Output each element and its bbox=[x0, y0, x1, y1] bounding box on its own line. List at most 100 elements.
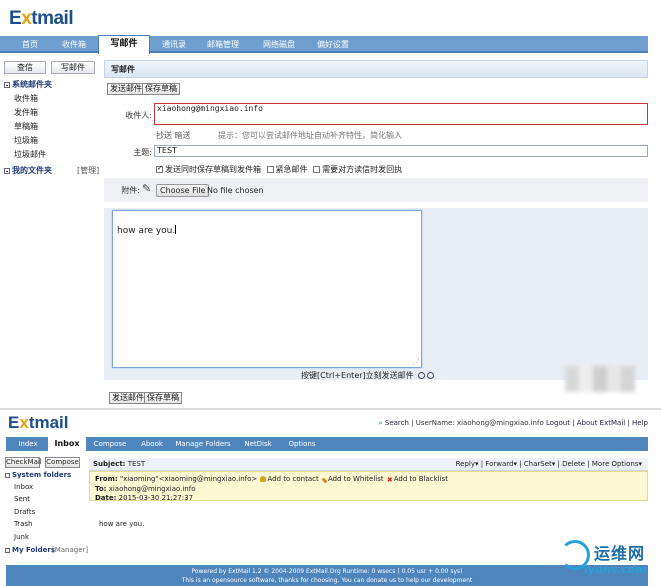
tab-index[interactable]: Index bbox=[10, 437, 46, 451]
compose-button-2[interactable]: Compose bbox=[45, 457, 80, 468]
watermark-url: iyunv.com bbox=[584, 563, 647, 576]
send-button[interactable]: 发送邮件 bbox=[107, 83, 145, 95]
tab-options[interactable]: Options bbox=[282, 437, 322, 451]
help-link[interactable]: Help bbox=[632, 419, 648, 427]
to-field[interactable]: xiaohong@mingxiao.info bbox=[154, 103, 648, 125]
shortcut-text: 按键[Ctrl+Enter]立刻发送邮件 bbox=[301, 371, 414, 380]
urgent-checkbox[interactable] bbox=[266, 166, 274, 173]
add-whitelist-link[interactable]: Add to Whitelist bbox=[328, 475, 384, 483]
folder-drafts[interactable]: 草稿箱 bbox=[14, 121, 38, 132]
paperclip-icon: ✎ bbox=[142, 182, 152, 195]
system-folders-header[interactable]: 系统邮件夹 bbox=[4, 79, 52, 90]
save-draft-button-bottom[interactable]: 保存草稿 bbox=[144, 392, 182, 404]
system-folders-header-2[interactable]: System folders bbox=[5, 471, 71, 479]
folder-junk-2[interactable]: Junk bbox=[14, 533, 29, 541]
check-mail-button[interactable]: 查信 bbox=[4, 61, 46, 74]
footer-line-1: Powered by ExtMail 1.2 © 2004-2009 ExtMa… bbox=[191, 568, 463, 575]
to-value-2: xiaohong@mingxiao.info bbox=[108, 485, 196, 493]
message-toolbar: Subject: TEST Reply▾ | Forward▾ | CharSe… bbox=[89, 458, 648, 471]
attachment-row: 附件: ✎ Choose File No file chosen bbox=[104, 178, 648, 202]
resize-grip-icon[interactable]: ⋰ bbox=[413, 358, 420, 366]
zoom-in-icon[interactable] bbox=[418, 372, 426, 379]
nav-tab-compose[interactable]: 写邮件 bbox=[98, 35, 150, 54]
folder-trash[interactable]: 垃圾箱 bbox=[14, 135, 38, 146]
nav-tab-netdisk[interactable]: 网络磁盘 bbox=[256, 36, 302, 53]
message-body-text: how are you. bbox=[117, 226, 176, 236]
choose-file-button[interactable]: Choose File bbox=[156, 184, 210, 197]
folder-inbox[interactable]: 收件箱 bbox=[14, 93, 38, 104]
compose-options: 发送同时保存草稿到发件箱 紧急邮件 需要对方读信时发回执 bbox=[156, 164, 402, 175]
folder-inbox-2[interactable]: Inbox bbox=[14, 483, 33, 491]
search-link[interactable]: Search bbox=[385, 419, 409, 427]
text-caret bbox=[175, 225, 177, 234]
cc-bcc-link[interactable]: 抄送 暗送 bbox=[156, 130, 191, 141]
subject-value-2: TEST bbox=[127, 460, 146, 468]
message-header-box: From: "xiaoming"<xiaoming@mingxiao.info>… bbox=[89, 471, 648, 503]
save-to-sent-label: 发送同时保存草稿到发件箱 bbox=[165, 165, 261, 174]
my-folders-header[interactable]: 我的文件夹 bbox=[4, 165, 52, 176]
send-button-bottom[interactable]: 发送邮件 bbox=[109, 392, 147, 404]
manager-link[interactable]: [Manager] bbox=[52, 546, 88, 554]
add-blacklist-link[interactable]: Add to Blacklist bbox=[394, 475, 448, 483]
subject-label-2: Subject: bbox=[93, 460, 126, 468]
date-value: 2015-03-30 21:27:37 bbox=[118, 494, 194, 502]
zoom-out-icon[interactable] bbox=[427, 372, 435, 379]
folder-sent-2[interactable]: Sent bbox=[14, 495, 30, 503]
nav-tab-home[interactable]: 首页 bbox=[10, 36, 50, 53]
from-line: From: "xiaoming"<xiaoming@mingxiao.info>… bbox=[95, 475, 642, 485]
subject-field[interactable]: TEST bbox=[154, 145, 648, 157]
tab-abook[interactable]: Abook bbox=[134, 437, 170, 451]
extmail-logo-2: Extmail bbox=[8, 413, 69, 432]
autocomplete-hint: 提示：您可以尝试邮件地址自动补齐特性，简化输入 bbox=[218, 131, 402, 140]
add-contact-link[interactable]: Add to contact bbox=[267, 475, 318, 483]
date-label: Date: bbox=[95, 494, 117, 502]
footer: Powered by ExtMail 1.2 © 2004-2009 ExtMa… bbox=[6, 565, 648, 586]
from-label: From: bbox=[95, 475, 118, 483]
screenshot-divider bbox=[0, 408, 661, 410]
collapse-icon bbox=[4, 81, 10, 88]
extmail-logo: Extmail bbox=[9, 8, 74, 29]
watermark-cn: 运维网 bbox=[594, 544, 646, 563]
shortcut-hint: 按键[Ctrl+Enter]立刻发送邮件 bbox=[301, 370, 435, 381]
folder-sent[interactable]: 发件箱 bbox=[14, 107, 38, 118]
manage-folders-link[interactable]: [管理] bbox=[77, 165, 99, 176]
date-line: Date: 2015-03-30 21:27:37 bbox=[95, 494, 642, 503]
add-contact-icon bbox=[260, 476, 267, 482]
footer-line-2: This is an opensource software, thanks f… bbox=[181, 577, 473, 584]
no-file-text: No file chosen bbox=[207, 186, 264, 195]
tab-inbox[interactable]: Inbox bbox=[48, 437, 86, 452]
compose-button[interactable]: 写邮件 bbox=[51, 61, 95, 74]
folder-junk[interactable]: 垃圾邮件 bbox=[14, 149, 46, 160]
my-folders-header-2[interactable]: My Folders bbox=[5, 546, 55, 554]
about-link[interactable]: About ExtMail bbox=[577, 419, 625, 427]
username-value: xiaohong@mingxiao.info bbox=[456, 419, 544, 427]
save-draft-button[interactable]: 保存草稿 bbox=[142, 83, 180, 95]
search-icon[interactable]: ⌕ bbox=[379, 419, 383, 427]
nav-tab-inbox[interactable]: 收件箱 bbox=[54, 36, 94, 53]
folder-drafts-2[interactable]: Drafts bbox=[14, 508, 35, 516]
collapse-icon bbox=[5, 472, 10, 478]
checkmail-button[interactable]: CheckMail bbox=[5, 457, 42, 468]
message-actions[interactable]: Reply▾ | Forward▾ | CharSet▾ | Delete | … bbox=[456, 458, 642, 471]
folder-trash-2[interactable]: Trash bbox=[14, 520, 33, 528]
tab-netdisk[interactable]: NetDisk bbox=[238, 437, 278, 451]
tab-compose[interactable]: Compose bbox=[90, 437, 130, 451]
message-body-editor[interactable]: how are you. ⋰ bbox=[112, 210, 422, 368]
logout-link[interactable]: Logout bbox=[546, 419, 570, 427]
read-receipt-checkbox[interactable] bbox=[313, 166, 321, 173]
whitelist-icon bbox=[321, 477, 328, 484]
to-label-2: To: bbox=[95, 485, 107, 493]
subject-label: 主题: bbox=[133, 148, 152, 157]
to-label: 收件人: bbox=[125, 111, 152, 120]
nav-tab-preferences[interactable]: 偏好设置 bbox=[310, 36, 356, 53]
from-value: "xiaoming"<xiaoming@mingxiao.info> bbox=[119, 475, 258, 483]
save-to-sent-checkbox[interactable] bbox=[156, 164, 163, 173]
nav-tab-contacts[interactable]: 通讯录 bbox=[154, 36, 194, 53]
tab-manage-folders[interactable]: Manage Folders bbox=[172, 437, 234, 451]
collapse-icon bbox=[4, 167, 10, 174]
compose-panel: 写邮件 发送邮件 保存草稿 收件人: xiaohong@mingxiao.inf… bbox=[104, 60, 648, 408]
urgent-label: 紧急邮件 bbox=[275, 165, 308, 174]
read-receipt-label: 需要对方读信时发回执 bbox=[322, 165, 403, 174]
nav-tab-mail-manage[interactable]: 邮箱管理 bbox=[200, 36, 246, 53]
to-line: To: xiaohong@mingxiao.info bbox=[95, 485, 642, 494]
